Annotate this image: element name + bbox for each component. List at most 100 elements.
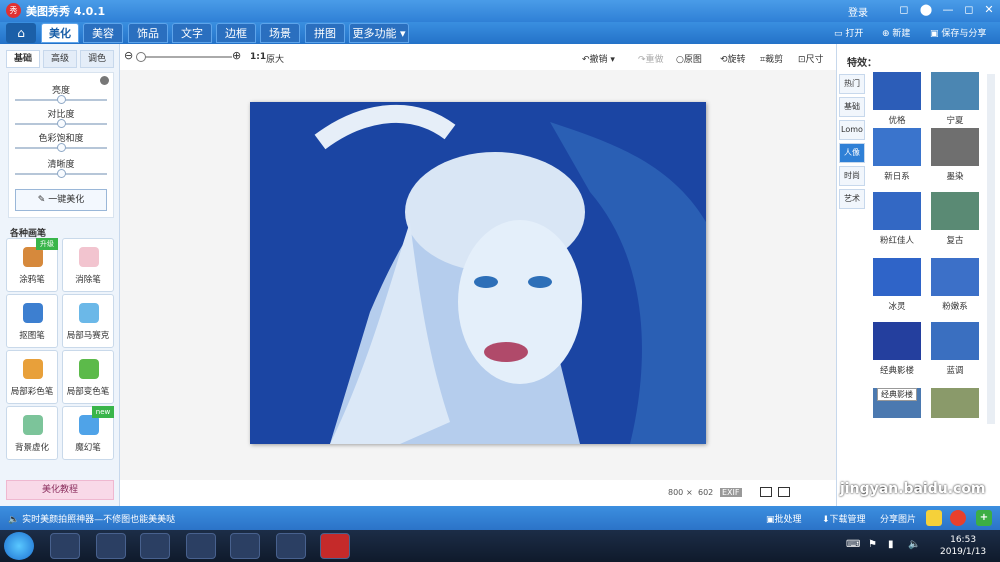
- effect-preview: [931, 322, 979, 360]
- exif-button[interactable]: EXIF: [720, 488, 742, 497]
- brush-local-color[interactable]: 局部彩色笔: [6, 350, 58, 404]
- os-taskbar: ⌨ ⚑ ▮ 🔈 16:53 2019/1/13: [0, 530, 1000, 562]
- brightness-slider[interactable]: [15, 95, 107, 104]
- main-menu-bar: ⌂ 美化 美容 饰品 文字 边框 场景 拼图 更多功能 ▾ ▭ 打开 ⊕ 新建 …: [0, 22, 1000, 44]
- effect-thumb[interactable]: 经典影楼: [873, 322, 921, 380]
- slider-knob[interactable]: [57, 143, 66, 152]
- eraser-icon: [79, 247, 99, 267]
- brush-doodle[interactable]: 涂鸦笔 升级: [6, 238, 58, 292]
- taskbar-app-qq[interactable]: [96, 533, 126, 559]
- tab-collage[interactable]: 拼图: [305, 23, 345, 43]
- zoom-ratio[interactable]: 1:1: [250, 52, 266, 62]
- close-button[interactable]: ✕: [980, 2, 998, 18]
- effect-thumb[interactable]: 蓝调: [931, 322, 979, 380]
- taskbar-app-firefox[interactable]: [186, 533, 216, 559]
- taskbar-app-media[interactable]: [230, 533, 260, 559]
- taskbar-app-explorer[interactable]: [140, 533, 170, 559]
- sharpness-slider[interactable]: [15, 169, 107, 178]
- tab-text[interactable]: 文字: [172, 23, 212, 43]
- home-icon[interactable]: ⌂: [6, 23, 36, 43]
- login-link[interactable]: 登录: [848, 4, 868, 19]
- open-button[interactable]: ▭ 打开: [834, 26, 863, 39]
- effect-thumb[interactable]: 粉红佳人: [873, 192, 921, 250]
- weibo-icon[interactable]: [950, 510, 966, 526]
- share-image-button[interactable]: 分享图片: [880, 512, 916, 525]
- download-manager-button[interactable]: ⬇下载管理: [822, 512, 866, 525]
- brush-recolor[interactable]: 局部变色笔: [62, 350, 114, 404]
- fx-category-basic[interactable]: 基础: [839, 97, 865, 117]
- one-click-beautify-button[interactable]: ✎ 一键美化: [15, 189, 107, 211]
- system-clock[interactable]: 16:53 2019/1/13: [940, 534, 986, 558]
- fx-category-hot[interactable]: 热门: [839, 74, 865, 94]
- fx-category-portrait[interactable]: 人像: [839, 143, 865, 163]
- contrast-slider[interactable]: [15, 119, 107, 128]
- new-button[interactable]: ⊕ 新建: [882, 26, 910, 39]
- zoom-knob[interactable]: [136, 52, 146, 62]
- effect-thumb[interactable]: 冰灵: [873, 258, 921, 316]
- brush-eraser[interactable]: 消除笔: [62, 238, 114, 292]
- taskbar-app-meitu[interactable]: [320, 533, 350, 559]
- effect-thumb[interactable]: 粉嫩系: [931, 258, 979, 316]
- slider-knob[interactable]: [57, 169, 66, 178]
- resize-button[interactable]: ⊡尺寸: [798, 52, 824, 65]
- brush-magic[interactable]: 魔幻笔 new: [62, 406, 114, 460]
- view-mode-icon[interactable]: [760, 487, 772, 497]
- subtab-advanced[interactable]: 高级: [43, 50, 77, 68]
- brush-cutout[interactable]: 抠图笔: [6, 294, 58, 348]
- crop-button[interactable]: ⌗裁剪: [760, 52, 783, 65]
- effect-thumb[interactable]: [931, 388, 979, 446]
- skin-icon[interactable]: ⬤: [917, 2, 935, 18]
- effect-thumb[interactable]: 复古: [931, 192, 979, 250]
- tab-beautify[interactable]: 美化: [41, 23, 79, 43]
- tray-flag-icon[interactable]: ⚑: [868, 539, 877, 550]
- slider-knob[interactable]: [57, 119, 66, 128]
- tray-volume-icon[interactable]: 🔈: [908, 539, 920, 550]
- undo-button[interactable]: ↶撤销 ▾: [582, 52, 615, 65]
- feedback-icon[interactable]: ◻: [895, 2, 913, 18]
- promo-tip[interactable]: 🔈 实时美颜拍照神器—不修图也能美美哒: [8, 512, 175, 525]
- subtab-basic[interactable]: 基础: [6, 50, 40, 68]
- fx-category-fashion[interactable]: 时尚: [839, 166, 865, 186]
- save-share-button[interactable]: ▣ 保存与分享: [930, 26, 986, 39]
- brush-mosaic[interactable]: 局部马赛克: [62, 294, 114, 348]
- redo-button[interactable]: ↷重做: [638, 52, 664, 65]
- batch-button[interactable]: ▣批处理: [766, 512, 802, 525]
- taskbar-app-recorder[interactable]: [276, 533, 306, 559]
- maximize-button[interactable]: ◻: [960, 2, 978, 18]
- effect-preview: [931, 388, 979, 418]
- effect-thumb[interactable]: 新日系: [873, 128, 921, 186]
- tab-scene[interactable]: 场景: [260, 23, 300, 43]
- zoom-in-icon[interactable]: ⊕: [232, 49, 241, 62]
- subtab-color[interactable]: 调色: [80, 50, 114, 68]
- star-icon[interactable]: [926, 510, 942, 526]
- taskbar-app-browser[interactable]: [50, 533, 80, 559]
- effect-thumb[interactable]: 墨染: [931, 128, 979, 186]
- compare-view-icon[interactable]: [778, 487, 790, 497]
- rotate-icon: ⟲: [720, 55, 728, 65]
- tutorial-button[interactable]: 美化教程: [6, 480, 114, 500]
- tab-more-features[interactable]: 更多功能 ▾: [349, 23, 409, 43]
- add-icon[interactable]: +: [976, 510, 992, 526]
- tab-makeup[interactable]: 美容: [83, 23, 123, 43]
- fx-category-art[interactable]: 艺术: [839, 189, 865, 209]
- effects-scrollbar[interactable]: [987, 74, 995, 424]
- edited-photo[interactable]: [250, 102, 706, 444]
- actual-size-label[interactable]: 原大: [266, 52, 284, 65]
- tab-border[interactable]: 边框: [216, 23, 256, 43]
- tray-keyboard-icon[interactable]: ⌨: [846, 539, 860, 550]
- saturation-slider[interactable]: [15, 143, 107, 152]
- effect-thumb[interactable]: 优格: [873, 72, 921, 130]
- tray-network-icon[interactable]: ▮: [888, 539, 894, 550]
- zoom-out-icon[interactable]: ⊖: [124, 49, 133, 62]
- rotate-button[interactable]: ⟲旋转: [720, 52, 746, 65]
- brush-blur-background[interactable]: 背景虚化: [6, 406, 58, 460]
- start-button[interactable]: [4, 532, 34, 560]
- minimize-button[interactable]: —: [939, 2, 957, 18]
- slider-knob[interactable]: [57, 95, 66, 104]
- image-canvas: [120, 70, 836, 480]
- zoom-slider[interactable]: [136, 52, 232, 62]
- tab-accessories[interactable]: 饰品: [128, 23, 168, 43]
- effect-thumb[interactable]: 宁夏: [931, 72, 979, 130]
- original-button[interactable]: ○原图: [676, 52, 702, 65]
- fx-category-lomo[interactable]: Lomo: [839, 120, 865, 140]
